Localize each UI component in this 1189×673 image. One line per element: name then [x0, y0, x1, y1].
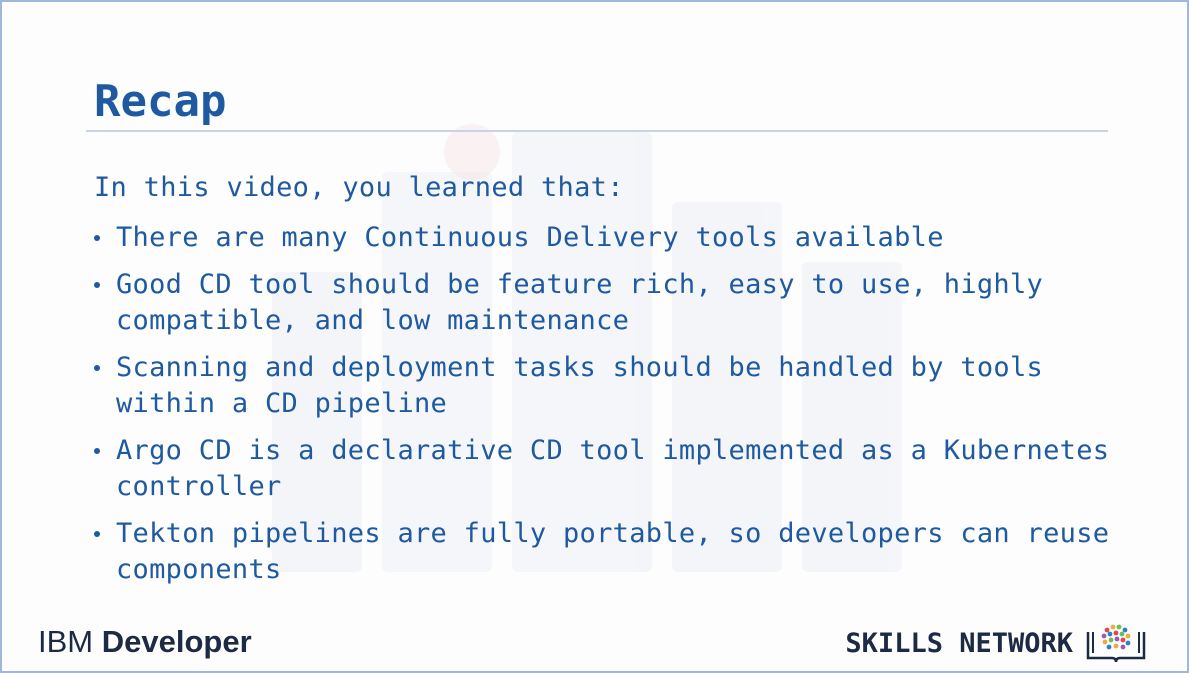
list-item: There are many Continuous Delivery tools…	[94, 220, 1114, 256]
bullet-icon	[94, 448, 100, 454]
skills-network-label: SKILLS NETWORK	[845, 627, 1073, 659]
list-item-text: Tekton pipelines are fully portable, so …	[116, 518, 1110, 585]
slide: Recap In this video, you learned that: T…	[0, 0, 1189, 673]
list-item: Argo CD is a declarative CD tool impleme…	[94, 433, 1114, 505]
slide-title: Recap	[94, 76, 227, 127]
recap-list: There are many Continuous Delivery tools…	[94, 220, 1114, 588]
list-item: Scanning and deployment tasks should be …	[94, 350, 1114, 422]
bullet-icon	[94, 365, 100, 371]
bullet-icon	[94, 235, 100, 241]
bullet-icon	[94, 531, 100, 537]
bullet-icon	[94, 282, 100, 288]
skills-network-branding: SKILLS NETWORK	[845, 622, 1147, 664]
title-divider	[86, 130, 1108, 132]
list-item: Tekton pipelines are fully portable, so …	[94, 516, 1114, 588]
intro-text: In this video, you learned that:	[94, 172, 624, 203]
slide-content: In this video, you learned that: There a…	[94, 168, 1114, 599]
list-item-text: Good CD tool should be feature rich, eas…	[116, 269, 1044, 336]
skills-network-logo-icon	[1086, 624, 1146, 663]
ibm-developer-logo: IBM Developer	[38, 624, 252, 660]
brand-name: IBM	[38, 624, 94, 659]
list-item: Good CD tool should be feature rich, eas…	[94, 267, 1114, 339]
product-name: Developer	[101, 624, 252, 659]
list-item-text: There are many Continuous Delivery tools…	[116, 222, 944, 253]
list-item-text: Scanning and deployment tasks should be …	[116, 352, 1044, 419]
list-item-text: Argo CD is a declarative CD tool impleme…	[116, 435, 1110, 502]
